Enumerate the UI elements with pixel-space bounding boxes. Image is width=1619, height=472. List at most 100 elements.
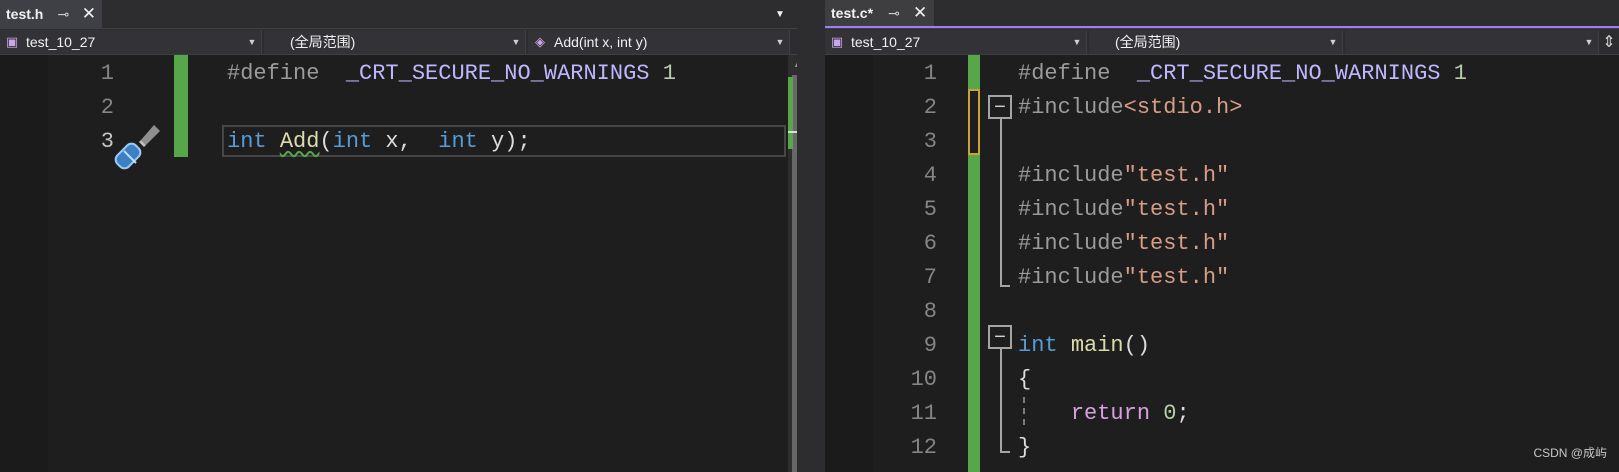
change-tracking-bar <box>968 155 980 472</box>
code-line[interactable]: #include "test.h" <box>1018 158 1229 192</box>
code-token: int <box>1018 332 1058 358</box>
code-token: #define <box>1018 60 1111 86</box>
collapse-icon[interactable]: − <box>988 325 1012 349</box>
line-number: 7 <box>923 264 937 290</box>
dropdown-arrow-icon[interactable]: ▼ <box>770 0 790 28</box>
split-editor-icon[interactable]: ⇕ <box>790 30 797 54</box>
code-token: main <box>1070 332 1124 358</box>
watermark: CSDN @成屿 <box>1533 446 1607 460</box>
code-line[interactable]: #include "test.h" <box>1018 260 1229 294</box>
member-label: Add(int x, int y) <box>554 34 648 50</box>
code-token: 1 <box>662 60 676 86</box>
code-token: } <box>1018 434 1032 460</box>
member-dropdown[interactable]: ▼ <box>1345 30 1599 54</box>
code-token: int <box>227 128 267 154</box>
fold-guide-end <box>1000 451 1010 453</box>
code-line[interactable]: int Add(int x, int y); <box>227 124 531 158</box>
project-label: test_10_27 <box>851 34 921 50</box>
tab-title: test.h <box>6 6 44 22</box>
selection-margin <box>0 55 48 472</box>
quick-actions-screwdriver-icon[interactable] <box>114 121 166 173</box>
project-dropdown[interactable]: ▣ test_10_27 ▼ <box>825 30 1087 54</box>
code-token: <stdio.h> <box>1123 94 1243 120</box>
chevron-down-icon: ▼ <box>775 37 785 47</box>
chevron-down-icon: ▼ <box>1072 37 1082 47</box>
line-number: 5 <box>923 196 937 222</box>
left-editor-pane: test.h ⊸ ✕ ▼ ⚙ ▣ test_10_27 ▼ (全局范围) ▼ ◈… <box>0 0 797 472</box>
left-tab-strip: test.h ⊸ ✕ ▼ ⚙ <box>0 0 797 28</box>
code-line[interactable]: { <box>1018 362 1031 396</box>
code-token: 0 <box>1163 400 1177 426</box>
code-line[interactable]: #include "test.h" <box>1018 226 1229 260</box>
code-token: #include <box>1018 264 1124 290</box>
code-token: return <box>1070 400 1151 426</box>
line-number: 1 <box>100 60 114 86</box>
code-token: #define <box>227 60 320 86</box>
line-number: 11 <box>910 400 937 426</box>
code-token: int <box>332 128 373 154</box>
code-token: #include <box>1018 94 1124 120</box>
code-token: { <box>1018 366 1032 392</box>
close-icon[interactable]: ✕ <box>82 4 96 24</box>
line-number: 6 <box>923 230 937 256</box>
scroll-change-marker <box>788 77 793 149</box>
split-editor-icon[interactable]: ⇕ <box>1599 30 1619 54</box>
code-token: #include <box>1018 230 1124 256</box>
code-token: 1 <box>1453 60 1467 86</box>
line-number: 3 <box>100 128 114 154</box>
collapse-icon[interactable]: − <box>988 95 1012 119</box>
line-number: 1 <box>923 60 937 86</box>
project-label: test_10_27 <box>26 34 96 50</box>
code-line[interactable]: #include <stdio.h> <box>1018 90 1242 124</box>
code-line[interactable]: return 0; <box>1018 396 1190 430</box>
tab-test-h[interactable]: test.h ⊸ ✕ <box>0 0 102 28</box>
code-token: #include <box>1018 162 1124 188</box>
line-number: 12 <box>910 434 937 460</box>
right-tab-strip: test.c* ⊸ ✕ <box>825 0 1619 28</box>
code-token: y); <box>477 128 531 154</box>
left-code-editor[interactable]: 1 2 3 #define _CRT_SECURE_NO_WARNINGS 1 … <box>0 55 797 472</box>
tab-test-c[interactable]: test.c* ⊸ ✕ <box>825 0 934 28</box>
change-tracking-bar <box>174 55 188 157</box>
scope-label: (全局范围) <box>290 34 356 50</box>
scroll-up-arrow-icon[interactable]: ▲ <box>788 55 797 73</box>
code-token: "test.h" <box>1123 264 1230 290</box>
code-line[interactable]: } <box>1018 430 1031 464</box>
scroll-caret-marker <box>788 131 797 133</box>
line-number: 8 <box>923 298 937 324</box>
close-icon[interactable]: ✕ <box>913 3 927 23</box>
scope-dropdown[interactable]: (全局范围) ▼ <box>264 30 526 54</box>
code-line[interactable]: #define _CRT_SECURE_NO_WARNINGS 1 <box>227 56 676 90</box>
code-line[interactable]: #define _CRT_SECURE_NO_WARNINGS 1 <box>1018 56 1467 90</box>
editor-splitter[interactable] <box>797 0 825 472</box>
fold-guide <box>1000 349 1002 453</box>
member-function-icon: ◈ <box>535 34 545 49</box>
member-dropdown[interactable]: ◈ Add(int x, int y) ▼ <box>528 30 790 54</box>
code-line[interactable]: int main() <box>1018 328 1150 362</box>
right-editor-pane: test.c* ⊸ ✕ ▣ test_10_27 ▼ (全局范围) ▼ ▼ ⇕ … <box>825 0 1619 472</box>
chevron-down-icon: ▼ <box>1584 37 1594 47</box>
code-token: _CRT_SECURE_NO_WARNINGS <box>1136 60 1441 86</box>
chevron-down-icon: ▼ <box>511 37 521 47</box>
vertical-scrollbar[interactable]: ▲ <box>788 55 797 472</box>
selection-margin <box>825 55 873 472</box>
left-navigation-bar: ▣ test_10_27 ▼ (全局范围) ▼ ◈ Add(int x, int… <box>0 28 797 55</box>
right-code-editor[interactable]: 1 2 3 4 5 6 7 8 9 10 11 12 − − #define _… <box>825 55 1619 472</box>
scope-dropdown[interactable]: (全局范围) ▼ <box>1089 30 1343 54</box>
fold-guide <box>1000 119 1002 287</box>
code-token: int <box>438 128 478 154</box>
code-token: "test.h" <box>1123 162 1230 188</box>
pin-icon[interactable]: ⊸ <box>885 5 903 22</box>
code-line[interactable]: #include "test.h" <box>1018 192 1229 226</box>
code-token: ; <box>1176 400 1190 426</box>
pin-icon[interactable]: ⊸ <box>55 6 71 23</box>
code-token: "test.h" <box>1123 196 1230 222</box>
project-dropdown[interactable]: ▣ test_10_27 ▼ <box>0 30 262 54</box>
line-number: 2 <box>100 94 114 120</box>
